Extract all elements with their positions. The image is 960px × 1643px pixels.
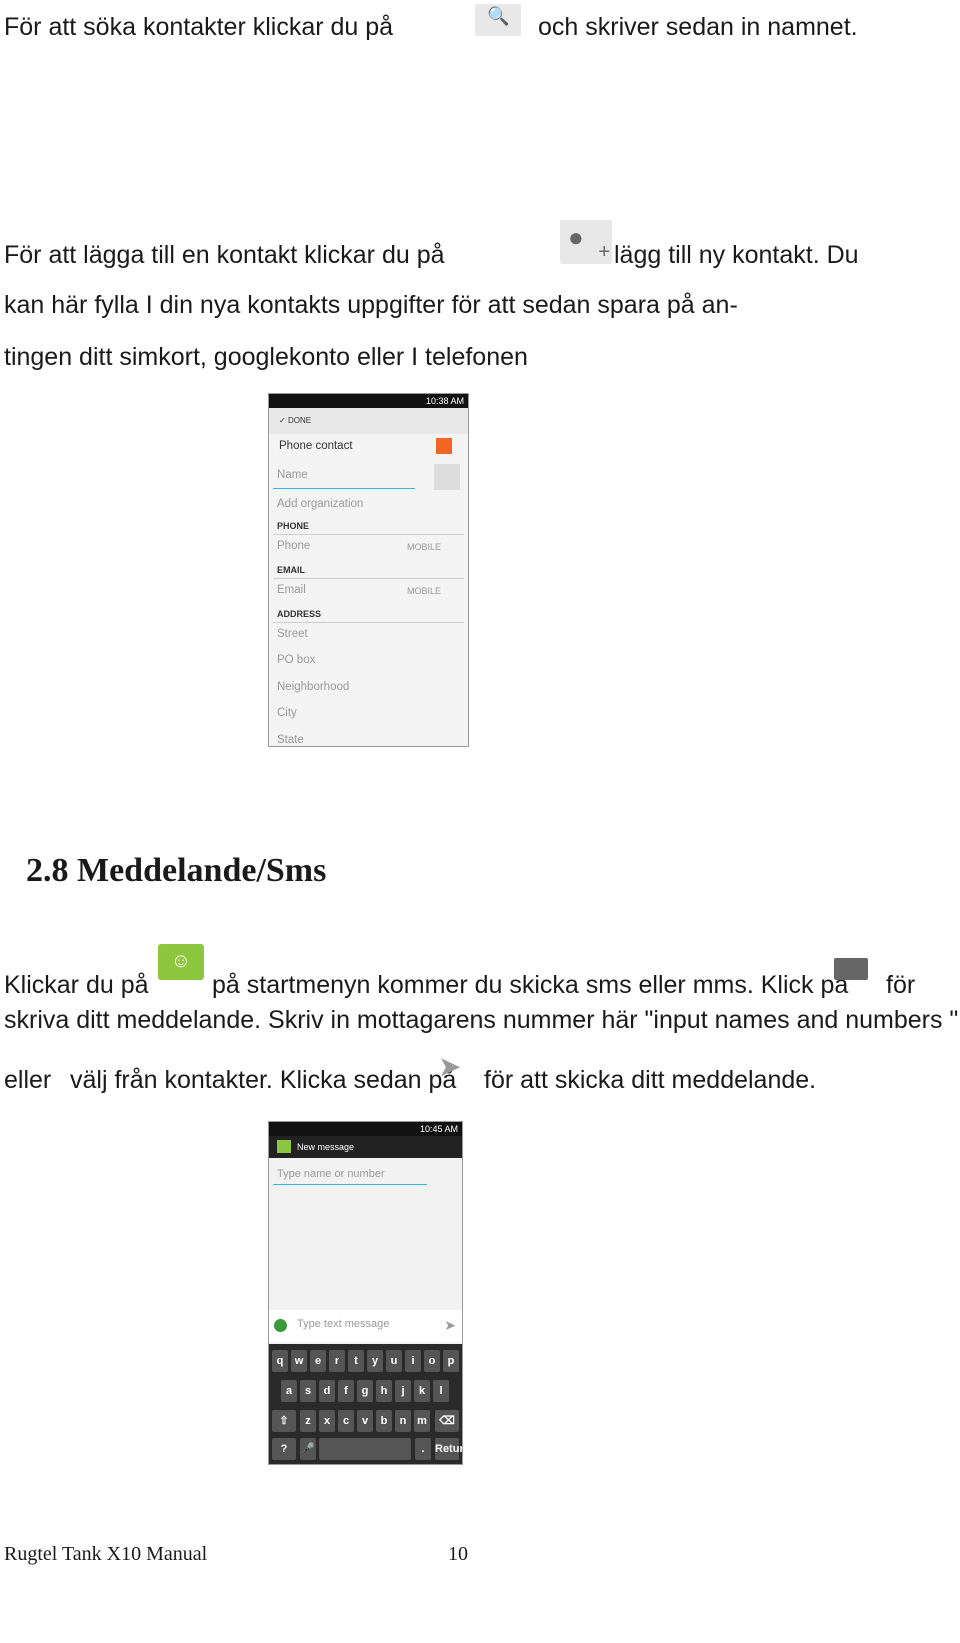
text: på startmenyn kommer du skicka sms eller… — [212, 971, 849, 999]
key: e — [310, 1350, 326, 1372]
key: . — [415, 1438, 431, 1460]
key: w — [291, 1350, 307, 1372]
footer-title: Rugtel Tank X10 Manual — [4, 1543, 208, 1565]
phone-field: Phone — [277, 540, 311, 552]
text: tingen ditt simkort, googlekonto eller I… — [4, 343, 528, 371]
send-icon: ➤ — [438, 1051, 462, 1082]
key: ?123 — [272, 1438, 296, 1460]
title: New message — [297, 1142, 355, 1152]
key: h — [376, 1380, 392, 1402]
text: för att skicka ditt meddelande. — [484, 1066, 817, 1094]
key: ⇧ — [272, 1410, 296, 1432]
key: p — [443, 1350, 459, 1372]
text: för — [886, 971, 916, 999]
text: skriva ditt meddelande. Skriv in mottaga… — [4, 1006, 959, 1034]
section-email: EMAIL — [277, 565, 305, 575]
text: välj från kontakter. Klicka sedan på — [70, 1066, 457, 1094]
city-field: City — [277, 707, 297, 719]
text: och skriver sedan in namnet. — [538, 13, 858, 41]
text: Klickar du på — [4, 971, 149, 999]
attach-icon — [274, 1319, 287, 1332]
keyboard: qwertyuiop asdfghjkl ⇧zxcvbnm⌫ ?123🎤.Return — [269, 1344, 462, 1464]
section-phone: PHONE — [277, 521, 310, 531]
done-button: ✓ DONE — [269, 408, 468, 434]
account-label: Phone contact — [279, 440, 353, 452]
key: x — [319, 1410, 335, 1432]
key: r — [329, 1350, 345, 1372]
state-field: State — [277, 734, 304, 746]
email-type: MOBILE — [407, 586, 442, 596]
text: För att söka kontakter klickar du på — [4, 13, 394, 41]
key: n — [395, 1410, 411, 1432]
neighborhood-field: Neighborhood — [277, 681, 350, 693]
contact-icon — [436, 438, 452, 454]
search-icon: 🔍 — [475, 4, 521, 36]
key: b — [376, 1410, 392, 1432]
action-bar: New message — [269, 1136, 462, 1158]
key: o — [424, 1350, 440, 1372]
phone-type: MOBILE — [407, 542, 442, 552]
text: lägg till ny kontakt. Du — [614, 241, 859, 269]
key: t — [348, 1350, 364, 1372]
message-screenshot: 10:45 AM New message Type name or number… — [268, 1121, 463, 1465]
key: a — [281, 1380, 297, 1402]
recipient-field: Type name or number — [277, 1168, 385, 1180]
key: y — [367, 1350, 383, 1372]
key: q — [272, 1350, 288, 1372]
sms-icon — [277, 1140, 291, 1153]
key: f — [338, 1380, 354, 1402]
add-contact-icon: ● + — [560, 220, 612, 264]
photo-icon — [434, 464, 460, 490]
key: l — [433, 1380, 449, 1402]
done-label: DONE — [287, 416, 312, 425]
key: m — [414, 1410, 430, 1432]
status-bar: 10:38 AM — [269, 394, 468, 408]
section-address: ADDRESS — [277, 609, 322, 619]
contact-screenshot: 10:38 AM ✓ DONE Phone contact Name Add o… — [268, 393, 469, 747]
key: d — [319, 1380, 335, 1402]
text: För att lägga till en kontakt klickar du… — [4, 241, 445, 269]
new-message-icon — [834, 958, 868, 980]
key — [319, 1438, 411, 1460]
key: Return — [435, 1438, 462, 1460]
section-heading: 2.8 Meddelande/Sms — [26, 852, 327, 889]
key: v — [357, 1410, 373, 1432]
key: 🎤 — [300, 1438, 316, 1460]
street-field: Street — [277, 628, 308, 640]
key: k — [414, 1380, 430, 1402]
key: z — [300, 1410, 316, 1432]
key: i — [405, 1350, 421, 1372]
page-number: 10 — [448, 1543, 468, 1565]
email-field: Email — [277, 584, 306, 596]
text: kan här fylla I din nya kontakts uppgift… — [4, 291, 738, 319]
pobox-field: PO box — [277, 654, 316, 666]
send-icon: ➤ — [444, 1317, 456, 1333]
key: s — [300, 1380, 316, 1402]
key: c — [338, 1410, 354, 1432]
name-field: Name — [277, 469, 308, 481]
key: j — [395, 1380, 411, 1402]
org-field: Add organization — [277, 498, 364, 510]
text: eller — [4, 1066, 52, 1094]
message-field: Type text message — [297, 1318, 390, 1330]
sms-app-icon: ☺ — [158, 944, 204, 980]
key: ⌫ — [435, 1410, 459, 1432]
key: u — [386, 1350, 402, 1372]
status-bar: 10:45 AM — [269, 1122, 462, 1136]
key: g — [357, 1380, 373, 1402]
